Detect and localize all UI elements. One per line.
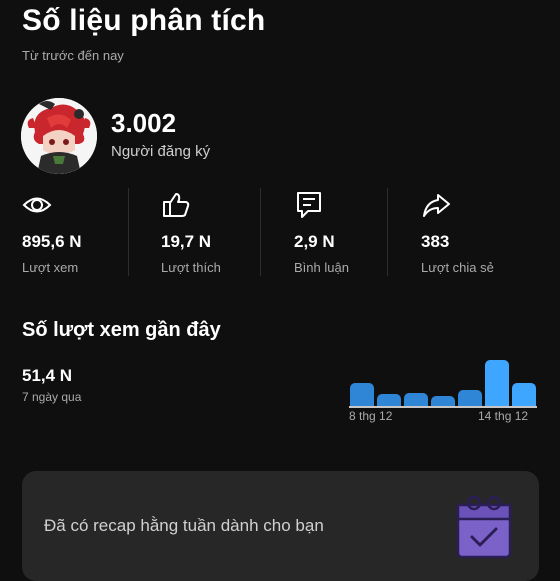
- comment-icon: [294, 190, 324, 220]
- chart-x-label-start: 8 thg 12: [349, 409, 393, 423]
- recap-card-text: Đã có recap hằng tuần dành cho bạn: [44, 516, 324, 535]
- stat-views[interactable]: 895,6 N Lượt xem: [22, 190, 122, 280]
- calendar-check-icon: [454, 493, 516, 563]
- share-icon: [421, 190, 451, 220]
- stat-shares[interactable]: 383 Lượt chia sẻ: [421, 190, 531, 280]
- channel-avatar[interactable]: [21, 98, 97, 174]
- divider: [260, 188, 261, 276]
- weekly-recap-card[interactable]: Đã có recap hằng tuần dành cho bạn: [22, 471, 539, 581]
- recent-views-chart[interactable]: [349, 356, 539, 408]
- stat-likes[interactable]: 19,7 N Lượt thích: [161, 190, 256, 280]
- chart-bar: [512, 383, 536, 406]
- thumbs-up-icon: [161, 190, 191, 220]
- chart-bar: [350, 383, 374, 406]
- stat-label: Lượt xem: [22, 260, 79, 275]
- chart-bar: [431, 396, 455, 406]
- recent-views-period: 7 ngày qua: [22, 390, 82, 404]
- page-title: Số liệu phân tích: [22, 4, 266, 37]
- recent-views-title: Số lượt xem gần đây: [22, 319, 221, 341]
- page-subtitle: Từ trước đến nay: [22, 48, 124, 63]
- stat-value: 383: [421, 232, 450, 251]
- chart-bar: [404, 393, 428, 406]
- subscriber-count: 3.002: [111, 108, 177, 138]
- chart-x-label-end: 14 thg 12: [478, 409, 529, 423]
- eye-icon: [22, 190, 52, 220]
- chart-baseline: [349, 406, 537, 408]
- stat-value: 2,9 N: [294, 232, 335, 251]
- stat-value: 19,7 N: [161, 232, 212, 251]
- subscriber-label: Người đăng ký: [111, 143, 211, 160]
- recent-views-value: 51,4 N: [22, 366, 73, 385]
- stat-label: Lượt thích: [161, 260, 221, 275]
- chart-bar: [377, 394, 401, 406]
- divider: [128, 188, 129, 276]
- divider: [387, 188, 388, 276]
- stat-value: 895,6 N: [22, 232, 82, 251]
- stat-comments[interactable]: 2,9 N Bình luận: [294, 190, 384, 280]
- chart-bar: [485, 360, 509, 406]
- stat-label: Lượt chia sẻ: [421, 260, 494, 275]
- stat-label: Bình luận: [294, 260, 349, 275]
- chart-bar: [458, 390, 482, 406]
